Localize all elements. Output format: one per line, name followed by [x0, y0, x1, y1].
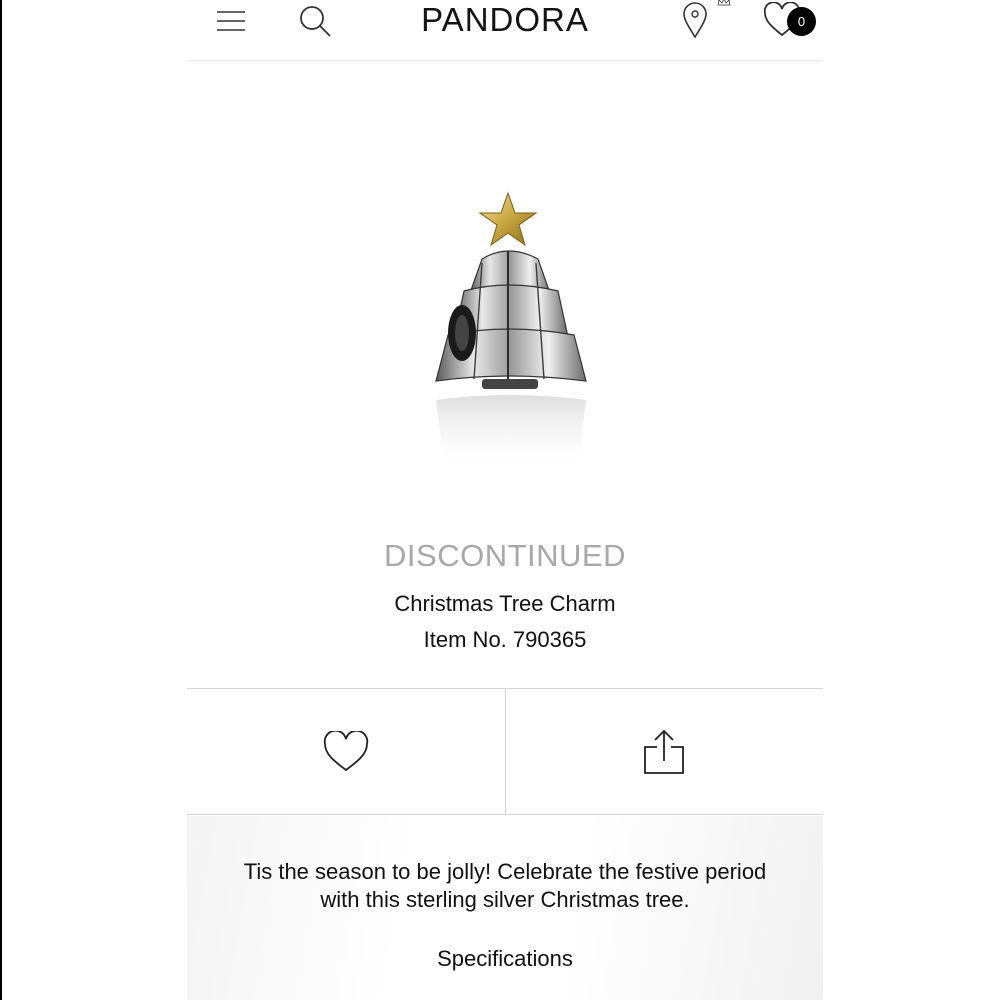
- product-page: PANDORA 0 DISCONTINUED Christmas Tree Ch…: [187, 0, 823, 1000]
- location-pin-icon: [683, 2, 707, 39]
- menu-icon: [217, 11, 245, 31]
- wishlist-count: 0: [797, 14, 806, 29]
- heart-outline-icon: [323, 730, 368, 771]
- product-name: Christmas Tree Charm: [394, 591, 616, 616]
- product-details: Tis the season to be jolly! Celebrate th…: [187, 816, 823, 1000]
- item-number: Item No. 790365: [423, 627, 587, 652]
- share-button[interactable]: [504, 689, 824, 814]
- brand-logo[interactable]: PANDORA: [387, 0, 623, 40]
- add-to-wishlist-button[interactable]: [187, 689, 505, 814]
- screen: PANDORA 0 DISCONTINUED Christmas Tree Ch…: [0, 0, 1000, 1000]
- brand-name: PANDORA: [421, 1, 589, 38]
- share-icon: [644, 729, 685, 774]
- specifications-link[interactable]: Specifications: [187, 946, 823, 972]
- product-status: DISCONTINUED: [384, 538, 626, 573]
- product-description: Tis the season to be jolly! Celebrate th…: [243, 859, 767, 912]
- store-locator-button[interactable]: [677, 0, 713, 40]
- search-button[interactable]: [295, 2, 335, 40]
- wishlist-count-badge: 0: [787, 7, 816, 36]
- menu-button[interactable]: [213, 4, 249, 38]
- site-header: PANDORA 0: [187, 0, 823, 61]
- christmas-tree-charm-image: [435, 191, 587, 473]
- product-actions: [187, 688, 823, 815]
- crown-icon: [717, 0, 731, 6]
- search-icon: [300, 6, 331, 37]
